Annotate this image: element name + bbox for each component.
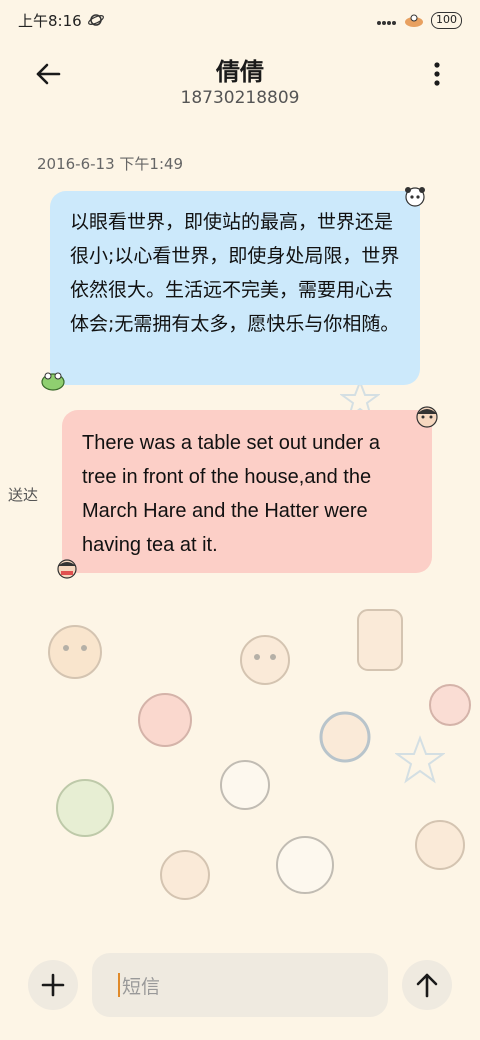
cartoon-face-decoration [429,684,471,726]
status-bar: 上午8:16 100 [0,0,480,40]
cartoon-face-decoration [56,779,114,837]
cartoon-face-decoration [415,820,465,870]
sticker-status-icon [405,14,423,27]
cartoon-face-decoration [160,850,210,900]
status-left: 上午8:16 [18,10,104,31]
star-decoration [395,735,445,784]
frog-sticker-icon [41,372,65,391]
contact-name: 倩倩 [216,58,264,86]
delivery-status: 送达 [8,486,39,504]
cartoon-face-decoration [48,625,102,679]
message-input-placeholder: 短信 [122,975,161,998]
more-vertical-icon [434,62,440,86]
cartoon-face-decoration [220,760,270,810]
contact-number: 18730218809 [180,88,300,108]
arrow-up-icon [416,973,438,998]
battery-indicator: 100 [431,11,462,29]
more-options-button[interactable] [422,54,452,94]
cartoon-face-decoration [240,635,290,685]
planet-icon [87,14,104,26]
outgoing-message-bubble[interactable]: There was a table set out under a tree i… [62,410,432,573]
plus-icon [41,973,65,997]
text-caret [118,973,120,997]
message-timestamp: 2016-6-13 下午1:49 [37,155,184,173]
message-composer: 短信 [0,948,480,1028]
send-button[interactable] [402,960,452,1010]
panda-sticker-icon [405,187,425,207]
cartoon-face-decoration [276,836,334,894]
status-right: 100 [377,11,462,29]
message-text: There was a table set out under a tree i… [82,432,380,556]
cartoon-boy-sticker-icon [57,559,77,579]
conversation-header: 倩倩 18730218809 [0,44,480,120]
message-text: 以眼看世界，即使站的最高，世界还是很小;以心看世界，即使身处局限，世界依然很大。… [70,211,400,335]
cartoon-face-decoration [357,609,403,671]
cartoon-boy-sticker-icon [416,406,438,428]
signal-icon [377,21,396,25]
message-input[interactable]: 短信 [92,953,388,1017]
add-attachment-button[interactable] [28,960,78,1010]
cartoon-face-decoration [138,693,192,747]
cartoon-face-decoration [319,711,371,763]
status-time: 上午8:16 [18,11,82,30]
incoming-message-bubble[interactable]: 以眼看世界，即使站的最高，世界还是很小;以心看世界，即使身处局限，世界依然很大。… [50,191,420,385]
